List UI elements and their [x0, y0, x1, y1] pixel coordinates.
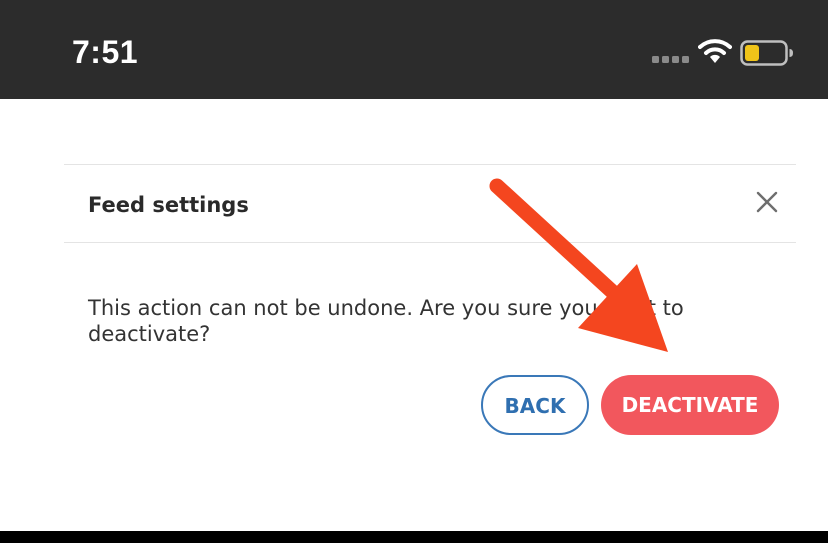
deactivate-button[interactable]: DEACTIVATE	[601, 375, 779, 435]
status-time: 7:51	[72, 34, 139, 70]
back-button[interactable]: BACK	[481, 375, 589, 435]
bottom-bar	[0, 531, 828, 543]
divider	[64, 242, 796, 243]
divider	[64, 164, 796, 165]
dialog-title: Feed settings	[88, 193, 249, 217]
close-icon[interactable]	[754, 189, 780, 215]
wifi-icon	[698, 39, 732, 63]
battery-low-icon	[740, 40, 793, 66]
dialog-message: This action can not be undone. Are you s…	[88, 296, 684, 346]
status-bar: 7:51	[0, 0, 828, 99]
cellular-signal-icon	[652, 56, 689, 63]
dialog: Feed settings This action can not be und…	[0, 99, 828, 531]
